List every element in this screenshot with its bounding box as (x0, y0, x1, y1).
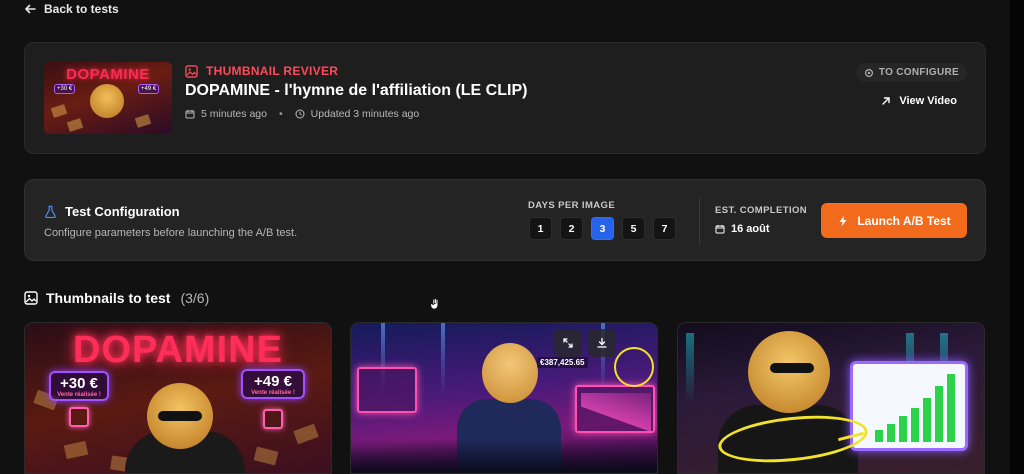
days-per-image-label: DAYS PER IMAGE (528, 200, 616, 211)
calendar-icon (185, 110, 195, 119)
thumbnail-card-1[interactable]: DOPAMINE +30 € Vente réalisée ! +49 € Ve… (24, 322, 332, 474)
sale-badge-left: +30 € Vente réalisée ! (49, 371, 109, 401)
launch-label: Launch A/B Test (857, 213, 951, 228)
external-arrow-icon (882, 97, 891, 105)
sunglasses (158, 411, 202, 421)
created-time: 5 minutes ago (201, 108, 267, 120)
launch-ab-test-button[interactable]: Launch A/B Test (821, 203, 967, 238)
thumb-badge: +49 € (138, 84, 160, 94)
right-edge-strip (1010, 0, 1024, 474)
flask-icon (45, 205, 56, 218)
chart-bar (923, 398, 931, 442)
dashboard-screen (357, 367, 417, 413)
thumb-paper (50, 104, 68, 118)
config-title: Test Configuration (44, 204, 180, 219)
calendar-icon (715, 225, 725, 234)
thumb-paper (134, 114, 152, 128)
meta-separator: • (278, 108, 283, 120)
est-completion-label: EST. COMPLETION (715, 205, 808, 216)
config-title-label: Test Configuration (65, 204, 180, 219)
highlight-circle (614, 347, 654, 387)
lightning-icon (839, 215, 847, 226)
sunglasses (770, 363, 814, 373)
kicker: THUMBNAIL REVIVER (185, 64, 338, 78)
chart-bar (911, 408, 919, 442)
sale-subtext: Vente réalisée ! (251, 390, 295, 396)
expand-button[interactable] (554, 329, 582, 357)
gift-icon (263, 409, 283, 429)
test-configuration-card: Test Configuration Configure parameters … (24, 179, 986, 261)
clock-icon (295, 109, 305, 119)
image-sparkle-icon (185, 64, 198, 78)
video-meta: 5 minutes ago • Updated 3 minutes ago (185, 108, 419, 120)
download-icon (597, 337, 607, 348)
crowd (351, 439, 657, 473)
thumb-character (90, 84, 124, 118)
laptop-screen (850, 361, 968, 451)
status-label: TO CONFIGURE (878, 67, 959, 78)
status-badge: TO CONFIGURE (855, 63, 967, 82)
est-completion-date: 16 août (731, 223, 770, 235)
neon-window (686, 333, 694, 403)
stage-light (441, 323, 445, 393)
day-option-1[interactable]: 1 (529, 217, 552, 240)
arrow-left-icon (25, 4, 36, 14)
thumb-badge: +30 € (54, 84, 76, 94)
days-per-image-selector: 1 2 3 5 7 (529, 217, 676, 240)
chart-bar (899, 416, 907, 442)
expand-icon (563, 338, 573, 348)
download-button[interactable] (588, 329, 616, 357)
video-title: DOPAMINE - l'hymne de l'affiliation (LE … (185, 82, 528, 99)
back-to-tests-link[interactable]: Back to tests (24, 2, 119, 16)
money-readout: €387,425.65 (537, 357, 588, 368)
paper-decoration (63, 440, 89, 460)
chart-bar (887, 424, 895, 442)
config-subtitle: Configure parameters before launching th… (44, 227, 298, 239)
video-thumbnail: DOPAMINE +30 € +49 € (44, 62, 172, 134)
sale-badge-right: +49 € Vente réalisée ! (241, 369, 305, 399)
video-card: DOPAMINE +30 € +49 € THUMBNAIL REVIVER D… (24, 42, 986, 154)
updated-time: Updated 3 minutes ago (310, 108, 420, 120)
chart-bar (947, 374, 955, 442)
thumbnail-card-3[interactable] (677, 322, 985, 474)
image-icon (24, 291, 38, 305)
day-option-7[interactable]: 7 (653, 217, 676, 240)
gear-icon (864, 68, 873, 77)
kicker-label: THUMBNAIL REVIVER (206, 64, 339, 78)
sale-subtext: Vente réalisée ! (57, 392, 101, 398)
growth-chart (581, 393, 651, 433)
day-option-5[interactable]: 5 (622, 217, 645, 240)
sale-amount: +30 € (60, 375, 98, 392)
thumb-paper (66, 118, 84, 132)
thumbnail-neon-title: DOPAMINE (73, 329, 283, 371)
day-option-3[interactable]: 3 (591, 217, 614, 240)
sale-amount: +49 € (254, 373, 292, 390)
thumbnails-section-title: Thumbnails to test (3/6) (24, 290, 209, 306)
divider (699, 198, 700, 244)
day-option-2[interactable]: 2 (560, 217, 583, 240)
chart-bar (935, 386, 943, 442)
chart-bar (875, 430, 883, 442)
est-completion-value: 16 août (715, 223, 770, 235)
thumbnail-card-2[interactable]: €387,425.65 (350, 322, 658, 474)
view-video-link[interactable]: View Video (881, 95, 957, 107)
thumbnails-count: (3/6) (180, 290, 210, 306)
video-thumbnail-title: DOPAMINE (66, 66, 150, 83)
hand-cursor-icon (430, 298, 439, 310)
view-video-label: View Video (899, 95, 957, 107)
paper-decoration (293, 423, 319, 445)
percent-tag-icon (69, 407, 89, 427)
character-head (482, 343, 538, 403)
thumbnails-title: Thumbnails to test (46, 290, 171, 306)
back-label: Back to tests (44, 2, 119, 16)
paper-decoration (253, 446, 279, 466)
